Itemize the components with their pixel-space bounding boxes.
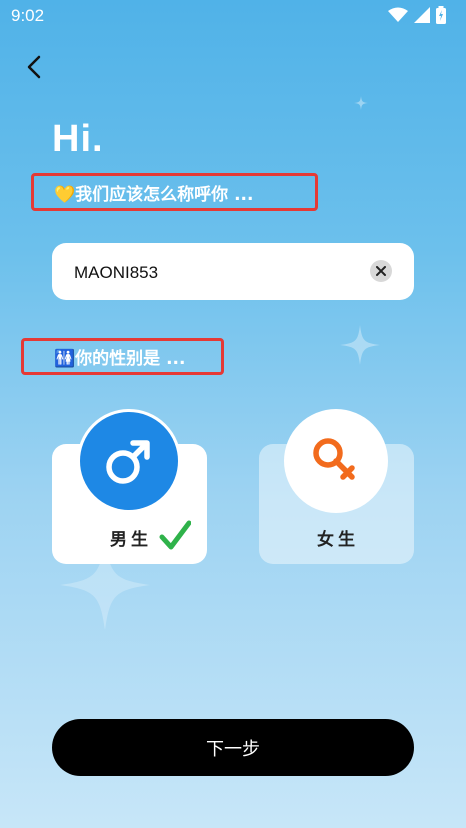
signal-icon [414, 7, 430, 23]
sparkle-decoration [354, 96, 368, 110]
female-icon-circle [284, 409, 388, 513]
chevron-left-icon [27, 55, 41, 79]
status-bar: 9:02 [0, 0, 466, 34]
sparkle-decoration [340, 325, 380, 365]
gender-label-male: 男生 [110, 530, 152, 550]
battery-icon [436, 6, 446, 24]
male-symbol-icon [106, 440, 150, 484]
name-input[interactable] [72, 243, 366, 302]
gender-label-female: 女生 [317, 530, 359, 550]
status-time: 9:02 [11, 6, 45, 25]
back-button[interactable] [20, 52, 50, 82]
name-field[interactable] [52, 243, 414, 302]
close-icon [376, 266, 386, 276]
gender-option-male[interactable]: 男生 [52, 409, 207, 564]
name-prompt: 💛我们应该怎么称呼你 ... [54, 185, 254, 205]
gender-prompt: 🚻你的性别是 ... [54, 349, 186, 369]
next-button[interactable]: 下一步 [52, 719, 414, 776]
female-symbol-icon [313, 438, 355, 480]
wifi-icon [388, 7, 408, 22]
gender-option-female[interactable]: 女生 [259, 409, 414, 564]
male-icon-circle [77, 409, 181, 513]
status-icons [388, 6, 446, 24]
clear-button[interactable] [370, 260, 392, 282]
greeting-title: Hi. [52, 118, 104, 160]
checkmark-icon [159, 520, 191, 550]
next-button-label: 下一步 [206, 738, 260, 760]
